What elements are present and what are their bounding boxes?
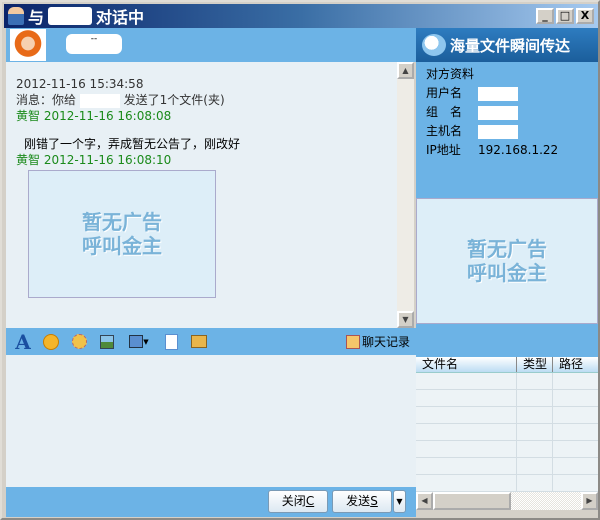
table-row: [416, 424, 598, 441]
profile-heading: 对方资料: [426, 67, 475, 81]
bottom-bar: 关闭C 发送S ▼: [6, 487, 416, 517]
banner-text: 海量文件瞬间传达: [450, 36, 571, 55]
minimize-button[interactable]: _: [536, 8, 554, 24]
scroll-down-button[interactable]: ▼: [397, 311, 414, 328]
title-suffix: 对话中: [96, 8, 145, 27]
close-button[interactable]: 关闭C: [268, 490, 328, 513]
screenshot-icon[interactable]: ▼: [126, 333, 152, 351]
table-row: [416, 407, 598, 424]
scroll-up-button[interactable]: ▲: [397, 62, 414, 79]
user-icon: [8, 7, 24, 25]
table-row: [416, 458, 598, 475]
message-header: 黄智 2012-11-16 16:08:10: [16, 153, 172, 167]
profile-username: 用户名: [426, 84, 588, 103]
input-toolbar: A ▼ 聊天记录: [6, 328, 416, 355]
picture-icon[interactable]: [98, 333, 116, 351]
send-folder-icon[interactable]: [190, 333, 208, 351]
maximize-button[interactable]: □: [556, 8, 574, 24]
shake-icon[interactable]: [70, 333, 88, 351]
message-image[interactable]: 暂无广告 呼叫金主: [28, 170, 216, 298]
chat-history-button[interactable]: 聊天记录: [345, 333, 410, 350]
ad-image[interactable]: 暂无广告 呼叫金主: [416, 198, 598, 324]
send-options-dropdown[interactable]: ▼: [393, 490, 406, 513]
message-header: 黄智 2012-11-16 16:08:08: [16, 109, 172, 123]
emoticon-icon[interactable]: [42, 333, 60, 351]
table-row: [416, 441, 598, 458]
close-window-button[interactable]: X: [576, 8, 594, 24]
contact-name: --: [66, 34, 122, 54]
panel-spacer: [416, 324, 598, 357]
avatar[interactable]: [10, 29, 46, 61]
message-time: 2012-11-16 15:34:58: [16, 77, 144, 91]
font-icon[interactable]: A: [14, 330, 32, 354]
message-input[interactable]: [6, 355, 416, 487]
scroll-thumb[interactable]: [433, 492, 511, 510]
table-row: [416, 373, 598, 390]
column-path[interactable]: 路径: [552, 357, 598, 372]
column-filename[interactable]: 文件名: [416, 357, 516, 372]
profile-group: 组 名: [426, 103, 588, 122]
file-table-header: 文件名 类型 路径: [416, 357, 598, 373]
contact-name-mask: [48, 7, 93, 25]
table-row: [416, 475, 598, 492]
system-message: 消息：你给 发送了1个文件(夹): [16, 93, 225, 108]
send-file-icon[interactable]: [162, 333, 180, 351]
chat-window: 与 对话中 _ □ X -- 海量文件瞬间传达 2012-11-16 15:34…: [0, 0, 600, 520]
contact-header: --: [6, 28, 416, 62]
profile-hostname: 主机名: [426, 122, 588, 141]
chat-scrollbar[interactable]: ▲ ▼: [397, 62, 414, 328]
title-prefix: 与: [28, 8, 45, 27]
profile-panel: 对方资料 用户名 组 名 主机名 IP地址 192.168.1.22: [416, 62, 598, 198]
chat-history[interactable]: 2012-11-16 15:34:58 消息：你给 发送了1个文件(夹) 黄智 …: [6, 62, 397, 328]
column-type[interactable]: 类型: [516, 357, 552, 372]
history-icon: [345, 334, 360, 349]
message-text: 刚错了一个字，弄成暂无公告了，刚改好: [24, 137, 241, 151]
scroll-left-button[interactable]: ◀: [416, 492, 433, 510]
title-bar[interactable]: 与 对话中 _ □ X: [4, 4, 598, 28]
scroll-right-button[interactable]: ▶: [581, 492, 598, 510]
file-table-scrollbar[interactable]: ◀ ▶: [416, 492, 598, 510]
table-row: [416, 390, 598, 407]
profile-ip: IP地址 192.168.1.22: [426, 143, 559, 157]
file-table[interactable]: 文件名 类型 路径: [416, 357, 598, 492]
smurf-logo-icon: [422, 34, 446, 56]
send-button[interactable]: 发送S: [332, 490, 392, 513]
banner: 海量文件瞬间传达: [416, 28, 598, 62]
